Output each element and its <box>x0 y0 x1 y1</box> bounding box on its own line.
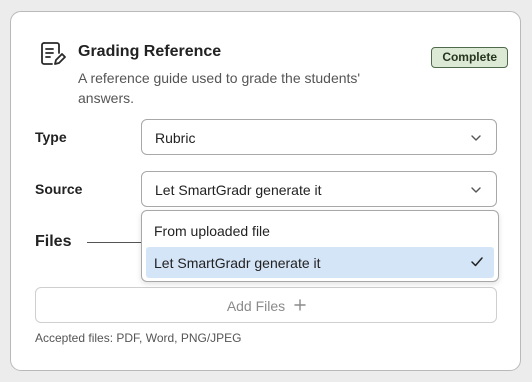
add-files-button[interactable]: Add Files <box>35 287 497 323</box>
option-label: Let SmartGradr generate it <box>154 255 321 271</box>
card-title: Grading Reference <box>78 43 222 60</box>
document-pen-icon <box>38 40 66 68</box>
type-select-value: Rubric <box>155 130 196 146</box>
status-badge: Complete <box>431 47 508 68</box>
option-label: From uploaded file <box>154 223 270 239</box>
source-dropdown-menu: From uploaded file Let SmartGradr genera… <box>141 210 499 282</box>
accepted-files-hint: Accepted files: PDF, Word, PNG/JPEG <box>35 331 242 345</box>
chevron-down-icon <box>471 135 481 141</box>
type-label: Type <box>35 129 67 145</box>
plus-icon <box>294 299 306 311</box>
source-option-generate[interactable]: Let SmartGradr generate it <box>146 247 494 278</box>
chevron-down-icon <box>471 187 481 193</box>
checkmark-icon <box>471 257 483 267</box>
source-select[interactable]: Let SmartGradr generate it <box>141 171 497 207</box>
add-files-label: Add Files <box>226 298 286 314</box>
source-label: Source <box>35 181 83 197</box>
source-select-value: Let SmartGradr generate it <box>155 182 322 198</box>
grading-reference-card: Grading Reference Complete A reference g… <box>10 11 521 371</box>
source-option-uploaded-file[interactable]: From uploaded file <box>146 215 494 246</box>
type-select[interactable]: Rubric <box>141 119 497 155</box>
files-label: Files <box>35 233 72 250</box>
card-description: A reference guide used to grade the stud… <box>78 70 361 106</box>
files-divider <box>87 242 147 243</box>
